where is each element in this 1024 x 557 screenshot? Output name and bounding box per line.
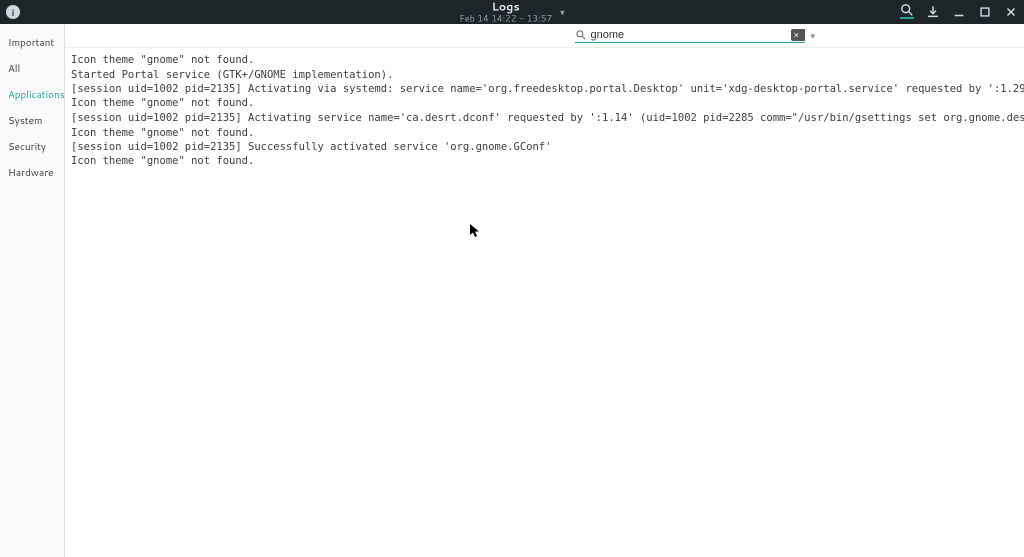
export-icon[interactable]: [926, 5, 940, 19]
search-icon[interactable]: [900, 5, 914, 19]
sidebar-item-important[interactable]: Important: [0, 30, 64, 56]
close-icon[interactable]: [1004, 5, 1018, 19]
log-message: [session uid=1002 pid=2135] Activating v…: [71, 83, 1024, 95]
log-row[interactable]: Icon theme "gnome" not found.81: [69, 96, 1024, 110]
sidebar-item-applications[interactable]: Applications: [0, 82, 64, 108]
log-row[interactable]: Started Portal service (GTK+/GNOME imple…: [69, 68, 1024, 82]
headerbar-center[interactable]: Logs Feb 14 14:22 - 13:57 ▾: [459, 2, 564, 23]
search-input[interactable]: [591, 29, 787, 41]
log-message: [session uid=1002 pid=2135] Successfully…: [71, 141, 1024, 153]
log-message: Icon theme "gnome" not found.: [71, 97, 1024, 109]
sidebar: ImportantAllApplicationsSystemSecurityHa…: [0, 24, 65, 557]
log-message: Icon theme "gnome" not found.: [71, 127, 1024, 139]
searchbar: ▾: [65, 24, 1024, 48]
title-block: Logs Feb 14 14:22 - 13:57: [459, 2, 552, 23]
chevron-down-icon[interactable]: ▾: [560, 7, 565, 16]
log-list[interactable]: Icon theme "gnome" not found.1513:57Star…: [65, 48, 1024, 557]
log-message: [session uid=1002 pid=2135] Activating s…: [71, 112, 1024, 124]
log-row[interactable]: Icon theme "gnome" not found.2: [69, 154, 1024, 168]
search-icon: [575, 29, 587, 41]
log-message: Icon theme "gnome" not found.: [71, 155, 1024, 167]
body: ImportantAllApplicationsSystemSecurityHa…: [0, 24, 1024, 557]
log-row[interactable]: Icon theme "gnome" not found.1513:57: [69, 52, 1024, 68]
log-row[interactable]: [session uid=1002 pid=2135] Successfully…: [69, 140, 1024, 154]
headerbar-left: i: [6, 5, 20, 19]
window-subtitle: Feb 14 14:22 - 13:57: [459, 13, 552, 22]
headerbar: i Logs Feb 14 14:22 - 13:57 ▾: [0, 0, 1024, 24]
headerbar-right: [900, 5, 1018, 19]
mouse-cursor-icon: [470, 224, 480, 238]
maximize-icon[interactable]: [978, 5, 992, 19]
search-options-icon[interactable]: ▾: [811, 29, 816, 42]
log-message: Started Portal service (GTK+/GNOME imple…: [71, 69, 1024, 81]
sidebar-item-security[interactable]: Security: [0, 134, 64, 160]
sidebar-item-system[interactable]: System: [0, 108, 64, 134]
log-row[interactable]: [session uid=1002 pid=2135] Activating v…: [69, 82, 1024, 96]
log-row[interactable]: [session uid=1002 pid=2135] Activating s…: [69, 110, 1024, 126]
log-message: Icon theme "gnome" not found.: [71, 54, 1024, 66]
search-field[interactable]: [575, 29, 805, 43]
app-icon: i: [6, 5, 20, 19]
sidebar-item-hardware[interactable]: Hardware: [0, 160, 64, 186]
minimize-icon[interactable]: [952, 5, 966, 19]
clear-icon[interactable]: [791, 29, 805, 41]
log-row[interactable]: Icon theme "gnome" not found.: [69, 126, 1024, 140]
sidebar-item-all[interactable]: All: [0, 56, 64, 82]
main: ▾ Icon theme "gnome" not found.1513:57St…: [65, 24, 1024, 557]
